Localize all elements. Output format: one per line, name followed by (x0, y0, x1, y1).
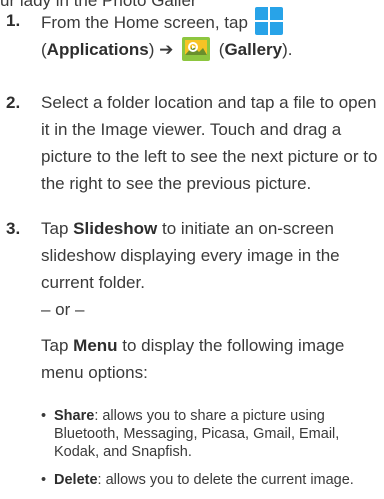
step-2: 2. Select a folder location and tap a fi… (6, 89, 378, 197)
step-number: 2. (6, 93, 21, 112)
list-item-delete: • Delete: allows you to delete the curre… (41, 472, 354, 488)
list-item-share: • Share: allows you to share a picture u… (41, 408, 340, 460)
slideshow-label: Slideshow (73, 219, 158, 238)
bullet-icon: • (41, 408, 47, 424)
delete-term: Delete (54, 472, 98, 488)
applications-label: Applications (46, 40, 149, 59)
arrow-icon: ➔ (159, 40, 174, 59)
menu-options-list: • Share: allows you to share a picture u… (41, 407, 376, 499)
step-1: 1. From the Home screen, tap (Applicatio… (6, 7, 378, 63)
or-separator: – or – (41, 300, 85, 319)
menu-paragraph: Tap Menu to display the following image … (41, 336, 345, 382)
step-number: 3. (6, 219, 21, 238)
gallery-label: Gallery (224, 40, 283, 59)
step-number: 1. (6, 11, 21, 30)
step-1-text: From the Home screen, tap (Applications)… (41, 7, 378, 63)
applications-grid-icon (254, 7, 283, 35)
step-3-text: Tap Slideshow to initiate an on-screen s… (41, 215, 378, 386)
step-2-text: Select a folder location and tap a file … (41, 93, 378, 193)
step-3: 3. Tap Slideshow to initiate an on-scree… (6, 215, 378, 386)
gallery-icon (181, 36, 211, 62)
bullet-icon: • (41, 472, 47, 488)
share-term: Share (54, 408, 95, 424)
menu-label: Menu (73, 336, 118, 355)
slideshow-paragraph: Tap Slideshow to initiate an on-screen s… (41, 219, 340, 292)
